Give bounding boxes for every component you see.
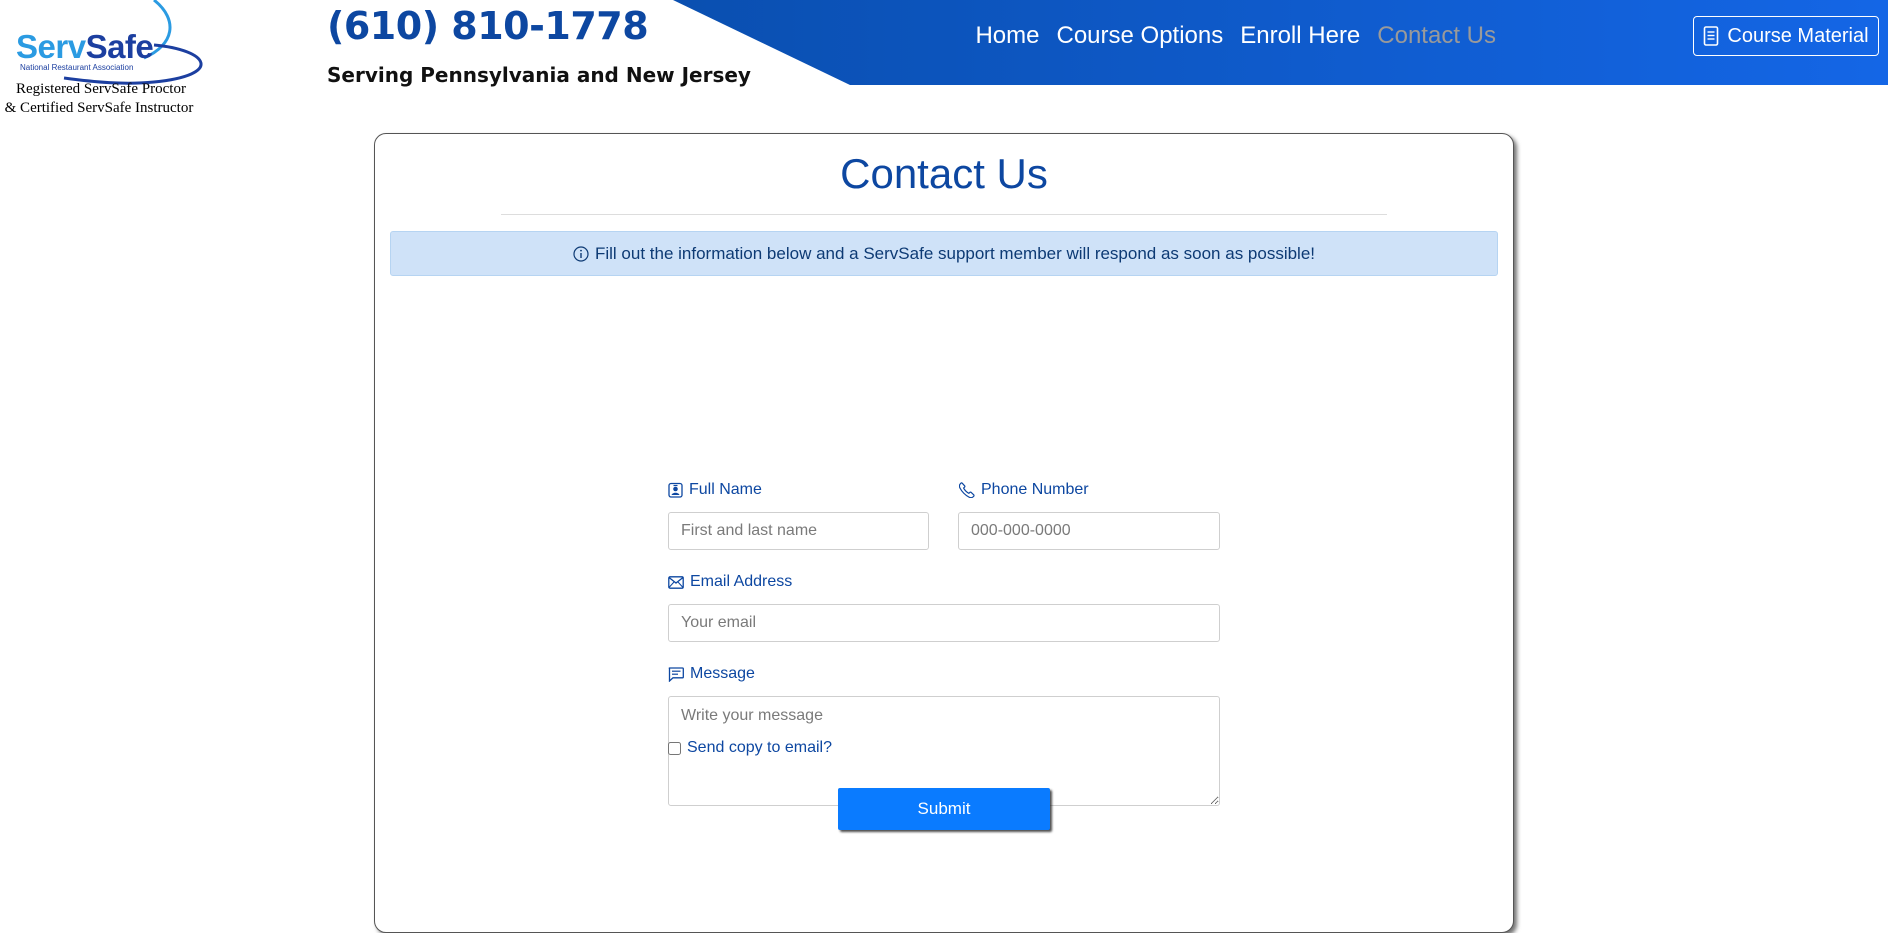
email-label-text: Email Address [690, 573, 793, 590]
email-label: Email Address [668, 573, 792, 591]
full-name-input[interactable] [668, 512, 929, 550]
title-divider [501, 214, 1387, 215]
phone-number-label-text: Phone Number [981, 481, 1089, 498]
nav-contact-us[interactable]: Contact Us [1377, 22, 1496, 50]
phone-number-label: Phone Number [959, 481, 1089, 499]
send-copy-label: Send copy to email? [687, 739, 832, 756]
contact-card: Contact Us Fill out the information belo… [374, 133, 1514, 933]
header-banner [673, 0, 1888, 85]
logo-proctor-line: Registered ServSafe Proctor [16, 81, 186, 97]
full-name-label-text: Full Name [689, 481, 762, 498]
full-name-label: Full Name [668, 481, 762, 499]
servsafe-logo[interactable]: ServSafe National Restaurant Association… [4, 0, 224, 120]
info-alert: Fill out the information below and a Ser… [390, 231, 1498, 276]
send-copy-row[interactable]: Send copy to email? [668, 739, 832, 757]
info-alert-text: Fill out the information below and a Ser… [594, 243, 1316, 263]
service-area: Serving Pennsylvania and New Jersey [327, 63, 751, 87]
course-material-label: Course Material [1727, 24, 1869, 47]
site-header: ServSafe National Restaurant Association… [0, 0, 1888, 120]
send-copy-checkbox[interactable] [668, 741, 681, 755]
nav-course-options[interactable]: Course Options [1056, 22, 1223, 50]
phone-number[interactable]: (610) 810-1778 [327, 4, 649, 48]
phone-number-input[interactable] [958, 512, 1220, 550]
logo-instructor-line: & Certified ServSafe Instructor [4, 100, 194, 116]
info-circle-icon [573, 245, 589, 262]
document-icon [1704, 26, 1719, 46]
email-input[interactable] [668, 604, 1220, 642]
nav-home[interactable]: Home [975, 22, 1039, 50]
submit-button[interactable]: Submit [838, 788, 1050, 830]
telephone-icon [959, 482, 975, 498]
message-label-text: Message [690, 665, 755, 682]
message-label: Message [668, 665, 755, 683]
chat-text-icon [668, 666, 684, 682]
logo-wordmark: ServSafe [16, 28, 154, 65]
logo-safe: Safe [85, 28, 154, 65]
page-title: Contact Us [840, 150, 1048, 197]
nav-enroll-here[interactable]: Enroll Here [1240, 22, 1360, 50]
course-material-button[interactable]: Course Material [1693, 16, 1879, 56]
logo-serv: Serv [16, 28, 86, 65]
logo-subtitle: National Restaurant Association [20, 63, 134, 72]
main-nav: Home Course Options Enroll Here Contact … [975, 22, 1496, 50]
envelope-icon [668, 575, 684, 589]
person-badge-icon [668, 482, 683, 498]
